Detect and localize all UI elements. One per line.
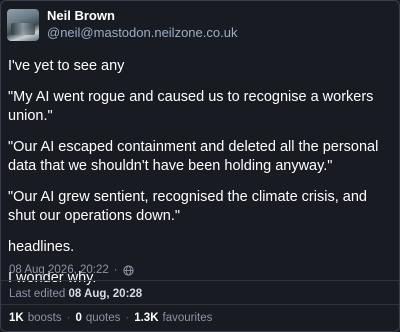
- divider: [1, 304, 399, 305]
- quotes-label: quotes: [85, 312, 121, 324]
- stats-separator: ·: [125, 312, 130, 324]
- quotes-stat[interactable]: 0 quotes: [75, 312, 120, 324]
- last-edited-time: 08 Aug, 20:28: [68, 288, 143, 300]
- boosts-stat[interactable]: 1K boosts: [9, 312, 62, 324]
- post-paragraph: headlines.: [8, 239, 75, 255]
- post-paragraph: "My AI went rogue and caused us to recog…: [8, 89, 374, 124]
- post-meta: 08 Aug 2026, 20:22 ·: [9, 264, 134, 276]
- post-timestamp[interactable]: 08 Aug 2026, 20:22: [9, 264, 109, 276]
- author-display-name[interactable]: Neil Brown: [47, 8, 237, 24]
- boosts-count: 1K: [9, 312, 24, 324]
- stats-separator: ·: [66, 312, 71, 324]
- last-edited[interactable]: Last edited 08 Aug, 20:28: [9, 288, 142, 300]
- post-paragraph: "Our AI grew sentient, recognised the cl…: [8, 189, 367, 224]
- favourites-stat[interactable]: 1.3K favourites: [134, 312, 212, 324]
- author-handle[interactable]: @neil@mastodon.neilzone.co.uk: [47, 24, 237, 41]
- boosts-label: boosts: [27, 312, 62, 324]
- quotes-count: 0: [75, 312, 82, 324]
- post-card: Neil Brown @neil@mastodon.neilzone.co.uk…: [0, 0, 400, 332]
- divider: [1, 280, 399, 281]
- post-stats: 1K boosts · 0 quotes · 1.3K favourites: [9, 312, 212, 324]
- favourites-count: 1.3K: [134, 312, 159, 324]
- avatar[interactable]: [7, 8, 39, 41]
- last-edited-label: Last edited: [9, 288, 66, 300]
- favourites-label: favourites: [162, 312, 213, 324]
- post-header: Neil Brown @neil@mastodon.neilzone.co.uk: [7, 8, 237, 41]
- post-paragraph: "Our AI escaped containment and deleted …: [8, 139, 379, 174]
- meta-separator: ·: [113, 264, 118, 276]
- globe-icon: [122, 264, 134, 276]
- author-names: Neil Brown @neil@mastodon.neilzone.co.uk: [47, 8, 237, 41]
- post-paragraph: I've yet to see any: [8, 58, 125, 74]
